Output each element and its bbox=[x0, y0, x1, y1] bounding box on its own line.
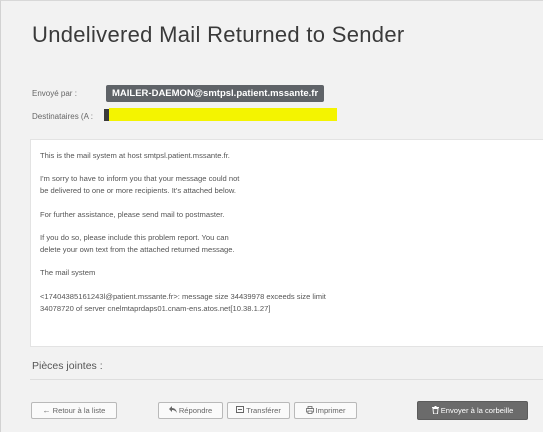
divider bbox=[30, 379, 543, 380]
move-to-trash-button[interactable]: Envoyer à la corbeille bbox=[417, 401, 528, 420]
back-to-list-label: Retour à la liste bbox=[52, 406, 106, 415]
trash-icon bbox=[431, 405, 439, 416]
sender-address[interactable]: MAILER-DAEMON@smtpsl.patient.mssante.fr bbox=[106, 85, 325, 102]
to-label: Destinataires (A : bbox=[32, 112, 93, 121]
recipient-redacted bbox=[109, 108, 337, 121]
reply-icon bbox=[168, 406, 177, 415]
forward-icon bbox=[236, 406, 245, 415]
message-body: This is the mail system at host smtpsl.p… bbox=[30, 139, 543, 347]
print-label: Imprimer bbox=[315, 406, 346, 415]
message-line: I'm sorry to have to inform you that you… bbox=[40, 174, 240, 183]
message-line: If you do so, please include this proble… bbox=[40, 233, 229, 242]
message-line: <17404385161243l@patient.mssante.fr>: me… bbox=[40, 292, 326, 301]
message-line: be delivered to one or more recipients. … bbox=[40, 186, 237, 195]
reply-label: Répondre bbox=[178, 406, 213, 415]
printer-icon bbox=[305, 405, 314, 416]
message-line: 34078720 of server cnelmtaprdaps01.cnam-… bbox=[40, 304, 271, 313]
forward-button[interactable]: Transférer bbox=[227, 402, 290, 419]
forward-label: Transférer bbox=[246, 406, 281, 415]
message-line: For further assistance, please send mail… bbox=[40, 210, 225, 219]
message-line: This is the mail system at host smtpsl.p… bbox=[40, 151, 230, 160]
attachments-label: Pièces jointes : bbox=[32, 360, 103, 372]
reply-button[interactable]: Répondre bbox=[158, 402, 223, 419]
move-to-trash-label: Envoyer à la corbeille bbox=[440, 406, 514, 415]
back-to-list-button[interactable]: ← Retour à la liste bbox=[31, 402, 117, 419]
message-line: The mail system bbox=[40, 268, 96, 277]
arrow-left-icon: ← bbox=[42, 406, 51, 415]
page-title: Undelivered Mail Returned to Sender bbox=[32, 22, 405, 47]
print-button[interactable]: Imprimer bbox=[294, 402, 357, 419]
from-label: Envoyé par : bbox=[32, 89, 77, 98]
mail-view: Undelivered Mail Returned to Sender Envo… bbox=[0, 0, 543, 432]
message-line: delete your own text from the attached r… bbox=[40, 245, 235, 254]
